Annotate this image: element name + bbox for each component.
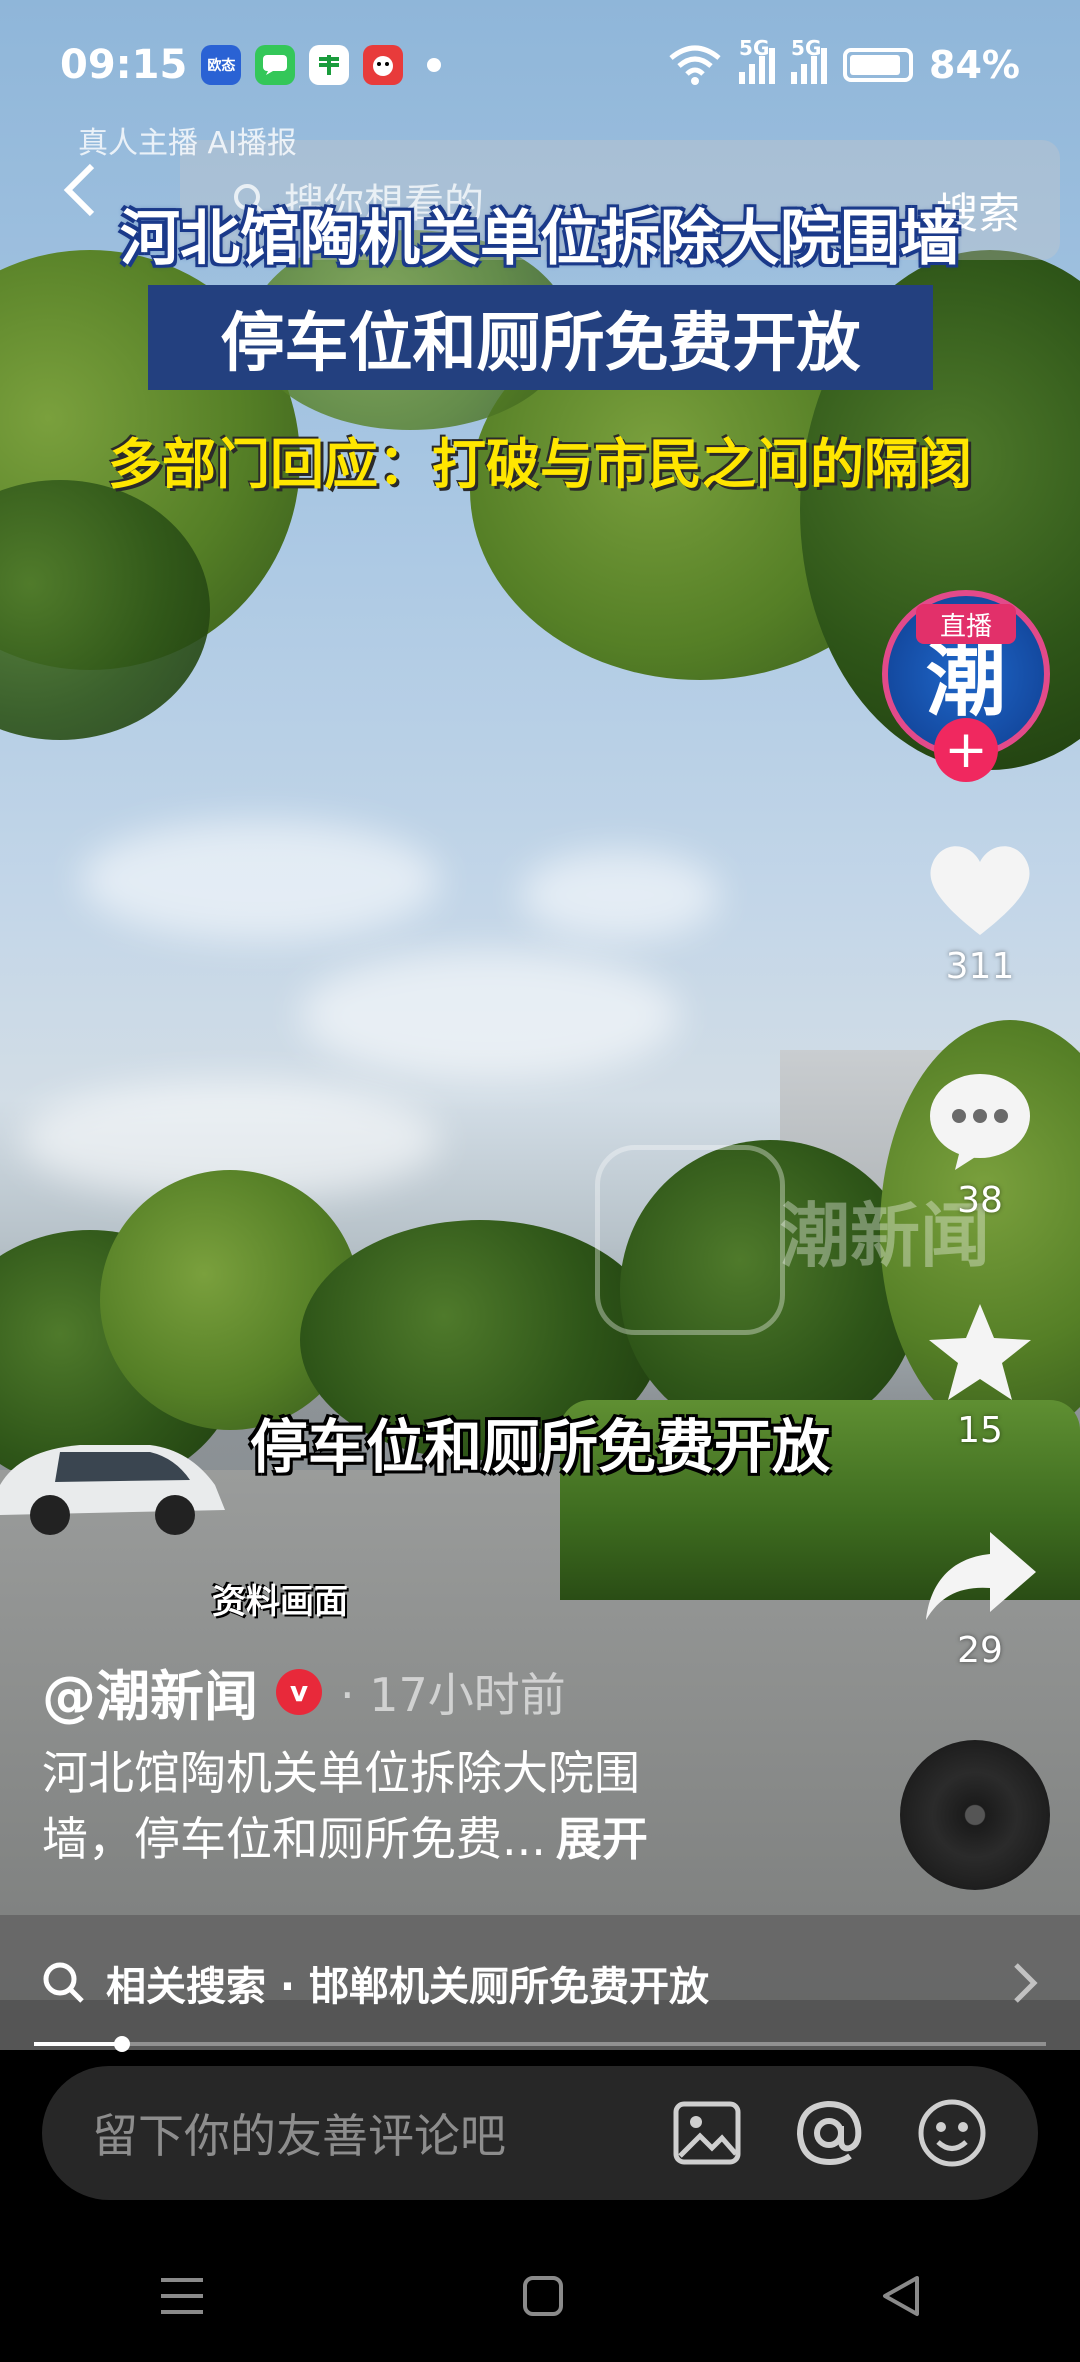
cloud (80, 820, 440, 940)
oppo-app-icon: 欧态 (201, 45, 242, 85)
author-row: @潮新闻 v · 17小时前 (42, 1652, 566, 1731)
mention-at-icon[interactable] (794, 2098, 864, 2168)
headline-title: 河北馆陶机关单位拆除大院围墙 (120, 204, 960, 274)
ai-broadcast-label: 真人主播 AI播报 (78, 126, 297, 161)
verified-badge-icon: v (276, 1668, 322, 1715)
messages-icon (255, 45, 296, 85)
battery-percent: 84% (929, 43, 1020, 87)
expand-button[interactable]: 展开 (556, 1812, 648, 1866)
back-arrow-icon[interactable] (60, 160, 100, 220)
post-time: · 17小时前 (340, 1667, 566, 1722)
back-icon[interactable] (879, 2274, 923, 2318)
watermark-logo-frame (595, 1145, 785, 1335)
home-icon[interactable] (521, 2274, 565, 2318)
video-progress-bar[interactable] (34, 2036, 1046, 2052)
search-icon (43, 1962, 84, 2003)
emoji-icon[interactable] (916, 2097, 988, 2169)
author-avatar[interactable]: 潮 直播 + (882, 590, 1050, 782)
like-button[interactable]: 311 (880, 840, 1080, 987)
battery-icon (843, 48, 914, 82)
live-badge: 直播 (916, 604, 1016, 644)
comment-button[interactable]: 38 (880, 1070, 1080, 1221)
favorite-count: 15 (957, 1410, 1003, 1451)
wifi-icon (669, 45, 721, 85)
related-search-bar[interactable]: 相关搜索 · 邯郸机关厕所免费开放 (0, 1915, 1080, 2050)
cartoon-app-icon (363, 45, 404, 85)
follow-button[interactable]: + (934, 718, 998, 782)
music-disc-icon[interactable] (900, 1740, 1050, 1890)
menu-icon[interactable] (157, 2274, 207, 2318)
chevron-right-icon (1014, 1962, 1038, 2003)
description-line: 墙，停车位和厕所免费... (42, 1812, 546, 1866)
post-description[interactable]: 河北馆陶机关单位拆除大院围 墙，停车位和厕所免费... 展开 (42, 1740, 742, 1872)
signal-2-icon: 5G (791, 36, 828, 84)
like-count: 311 (945, 946, 1015, 987)
comment-bubble-icon (930, 1074, 1030, 1170)
author-name[interactable]: @潮新闻 (42, 1652, 258, 1731)
system-nav-bar (0, 2230, 1080, 2362)
status-time: 09:15 (60, 42, 188, 88)
headline-tagline: 多部门回应：打破与市民之间的隔阂 (108, 433, 972, 496)
signal-1-icon: 5G (739, 36, 776, 84)
heart-icon (930, 846, 1030, 935)
progress-fill (34, 2042, 123, 2046)
related-search-text: 相关搜索 · 邯郸机关厕所免费开放 (106, 1963, 710, 2010)
progress-knob[interactable] (114, 2036, 131, 2052)
comment-input[interactable]: 留下你的友善评论吧 (42, 2066, 1038, 2200)
caption-source-label: 资料画面 (212, 1582, 348, 1622)
image-icon[interactable] (672, 2100, 742, 2166)
star-icon (929, 1304, 1031, 1400)
share-count: 29 (957, 1630, 1003, 1671)
comment-placeholder: 留下你的友善评论吧 (92, 2109, 506, 2163)
cloud (300, 950, 680, 1080)
notification-dot-icon (427, 58, 442, 72)
comment-count: 38 (957, 1180, 1003, 1221)
status-bar: 09:15 欧态 5G 5G 84% (0, 0, 1080, 130)
cloud (520, 850, 720, 940)
headline-subtitle: 停车位和厕所免费开放 (148, 285, 933, 390)
postal-icon (309, 45, 350, 85)
favorite-button[interactable]: 15 (880, 1300, 1080, 1451)
share-arrow-icon (926, 1532, 1036, 1620)
share-button[interactable]: 29 (880, 1528, 1080, 1671)
description-line: 河北馆陶机关单位拆除大院围 (42, 1746, 640, 1800)
